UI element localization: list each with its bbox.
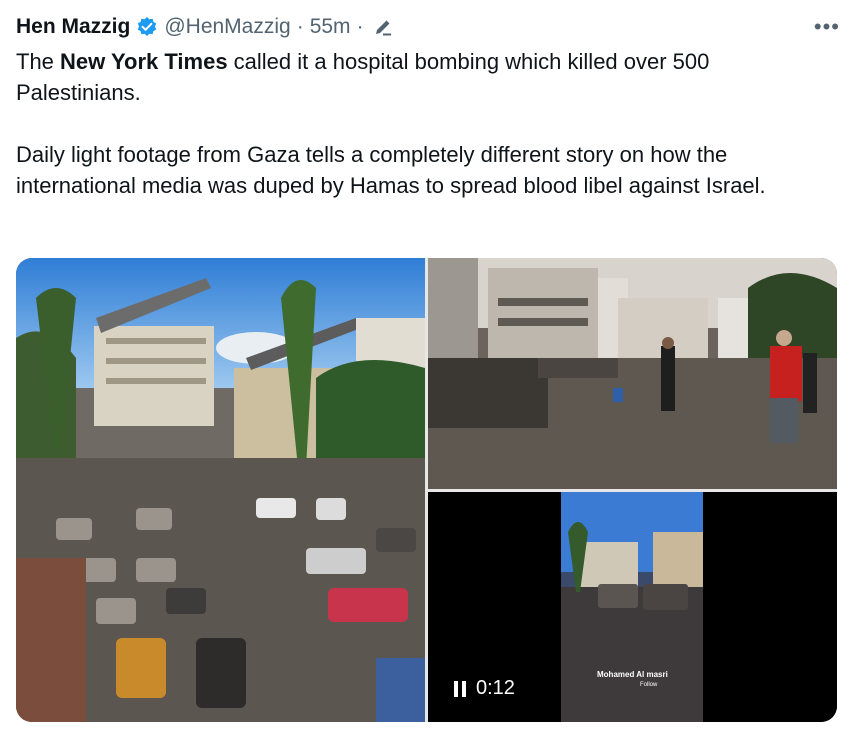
photo-hospital-aerial[interactable] <box>16 258 425 722</box>
paragraph1-bold: New York Times <box>60 49 228 74</box>
video-player[interactable]: Mohamed Al masri Follow 0:12 <box>428 492 837 722</box>
tweet-paragraph-1: The New York Times called it a hospital … <box>16 46 836 108</box>
tweet-header: Hen Mazzig @HenMazzig · 55m · <box>16 12 394 42</box>
more-icon[interactable]: ••• <box>814 14 840 40</box>
tweet-text: The New York Times called it a hospital … <box>16 46 836 201</box>
separator-dot-2: · <box>356 15 364 38</box>
paragraph1-prefix: The <box>16 49 61 74</box>
author-name[interactable]: Hen Mazzig <box>16 15 130 39</box>
separator-dot: · <box>296 15 304 38</box>
video-controls: 0:12 <box>454 677 515 700</box>
media-grid: Mohamed Al masri Follow 0:12 <box>16 258 837 722</box>
video-timestamp: 0:12 <box>476 677 515 699</box>
post-time[interactable]: 55m <box>310 15 351 39</box>
pause-icon[interactable] <box>454 680 466 697</box>
photo-street-scene[interactable] <box>428 258 837 489</box>
author-handle[interactable]: @HenMazzig <box>164 15 290 39</box>
tweet-paragraph-2: Daily light footage from Gaza tells a co… <box>16 142 766 198</box>
verified-badge-icon <box>136 16 158 38</box>
video-overlay-follow[interactable]: Follow <box>640 682 657 688</box>
video-overlay-name: Mohamed Al masri <box>597 670 668 679</box>
edit-pencil-icon[interactable] <box>372 16 394 38</box>
